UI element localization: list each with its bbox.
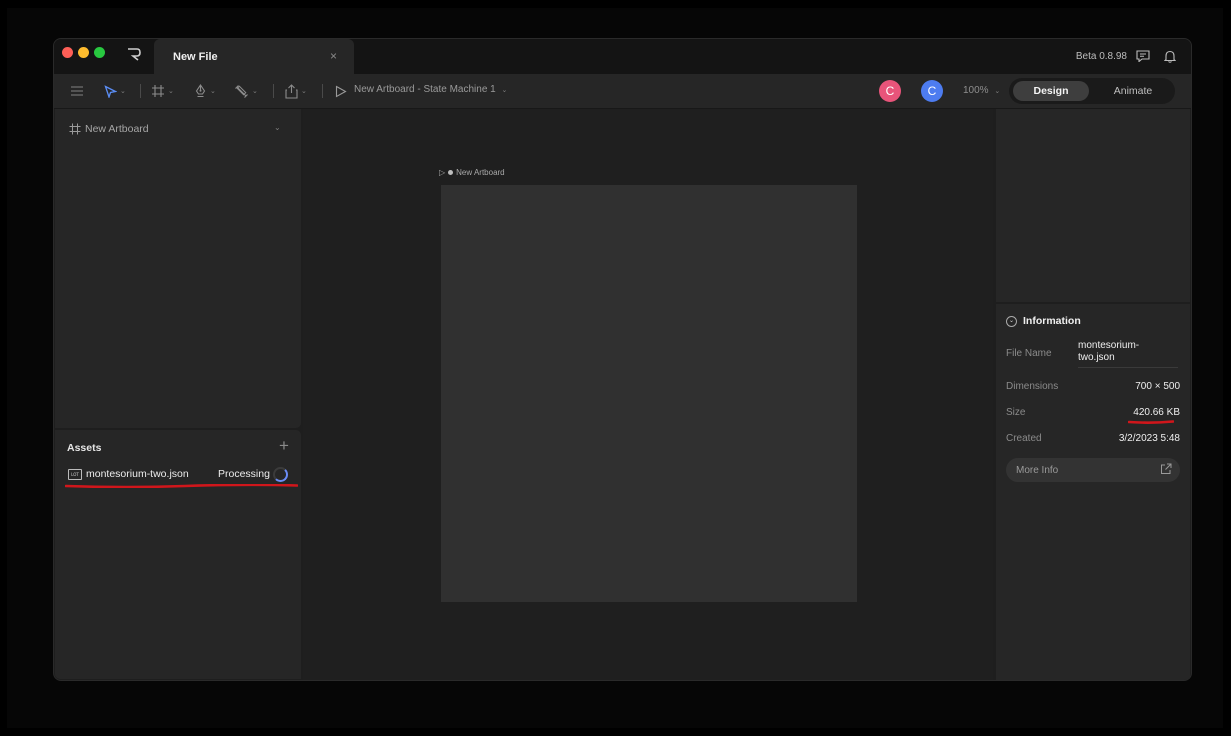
collapse-toggle-icon[interactable]: ⌄ [1006, 315, 1017, 327]
chevron-down-icon: ⌄ [994, 88, 1001, 95]
hierarchy-panel: New Artboard ⌄ [55, 109, 301, 428]
play-icon[interactable]: ▷ [439, 168, 445, 177]
annotation-underline [1128, 420, 1174, 424]
information-header[interactable]: ⌄ Information [1006, 315, 1081, 327]
annotation-underline [65, 484, 298, 488]
design-mode-button[interactable]: Design [1013, 81, 1089, 101]
created-label: Created [1006, 433, 1042, 444]
toolbar-divider [140, 84, 141, 98]
information-panel: ⌄ Information File Name montesorium-two.… [996, 304, 1190, 680]
external-link-icon [1161, 463, 1172, 474]
chevron-down-icon: ⌄ [252, 88, 258, 95]
artboard-name: New Artboard [85, 123, 149, 135]
file-name-label: File Name [1006, 348, 1052, 359]
canvas-area[interactable]: ▷ New Artboard [303, 109, 993, 680]
avatar[interactable]: C [921, 80, 943, 102]
dimensions-value: 700 × 500 [1135, 381, 1180, 392]
created-row: Created 3/2/2023 5:48 [1006, 433, 1180, 447]
size-row: Size 420.66 KB [1006, 407, 1180, 421]
artboard-title[interactable]: ▷ New Artboard [439, 168, 505, 177]
artboard-list-item[interactable]: New Artboard [69, 123, 149, 135]
rive-logo-icon[interactable] [126, 46, 142, 64]
zoom-level: 100% [963, 85, 989, 96]
more-info-button[interactable]: More Info [1006, 458, 1180, 482]
title-bar: New File × Beta 0.8.98 [54, 39, 1191, 74]
avatar[interactable]: C [879, 80, 901, 102]
chevron-down-icon: ⌄ [501, 87, 508, 94]
pen-tool-button[interactable]: ⌄ [194, 83, 216, 99]
state-machine-label: New Artboard - State Machine 1 [354, 84, 496, 95]
toolbar-divider [322, 84, 323, 98]
share-icon [285, 83, 298, 99]
inspector-top-panel [996, 109, 1190, 302]
divider [1078, 367, 1178, 368]
toolbar-divider [273, 84, 274, 98]
minimize-window-button[interactable] [78, 47, 89, 58]
maximize-window-button[interactable] [94, 47, 105, 58]
chevron-down-icon: ⌄ [301, 88, 307, 95]
play-icon[interactable] [335, 83, 347, 99]
feedback-icon[interactable] [1136, 50, 1150, 62]
information-title: Information [1023, 315, 1081, 327]
chevron-down-icon: ⌄ [168, 88, 174, 95]
zoom-selector[interactable]: 100% ⌄ [963, 85, 1000, 96]
chevron-down-icon: ⌄ [210, 88, 216, 95]
size-label: Size [1006, 407, 1026, 418]
file-name-row: File Name montesorium-two.json [1006, 340, 1180, 370]
dimensions-row: Dimensions 700 × 500 [1006, 381, 1180, 395]
created-value: 3/2/2023 5:48 [1118, 433, 1180, 444]
artboard-tool-button[interactable]: ⌄ [151, 83, 174, 99]
menu-icon[interactable] [70, 83, 84, 99]
size-value: 420.66 KB [1133, 407, 1180, 418]
artboard-icon [69, 123, 81, 135]
pen-icon [195, 84, 206, 98]
toolbar: ⌄ ⌄ ⌄ ⌄ ⌄ New Artboard - State Machine 1… [54, 74, 1191, 109]
bone-tool-button[interactable]: ⌄ [234, 83, 258, 99]
close-window-button[interactable] [62, 47, 73, 58]
bell-icon[interactable] [1164, 50, 1176, 63]
tab-close-icon[interactable]: × [330, 49, 337, 63]
status-dot-icon [448, 170, 454, 175]
artboard-icon [152, 85, 164, 97]
pointer-icon [104, 84, 117, 98]
version-label: Beta 0.8.98 [1075, 51, 1127, 62]
mode-toggle: Design Animate [1009, 78, 1175, 104]
artboard-label: New Artboard [456, 168, 505, 177]
more-info-label: More Info [1016, 465, 1059, 476]
export-button[interactable]: ⌄ [285, 83, 307, 99]
tab-title: New File [173, 51, 218, 63]
dimensions-label: Dimensions [1006, 381, 1059, 392]
artboard[interactable] [441, 185, 857, 602]
select-tool-button[interactable]: ⌄ [104, 83, 126, 99]
chevron-down-icon[interactable]: ⌄ [274, 123, 281, 132]
asset-list-item[interactable]: LOT montesorium-two.json Processing [67, 467, 293, 484]
animate-mode-button[interactable]: Animate [1095, 81, 1171, 101]
assets-title: Assets [67, 442, 102, 454]
asset-name: montesorium-two.json [86, 468, 189, 480]
asset-status: Processing [218, 468, 270, 480]
bone-icon [235, 85, 248, 98]
loading-spinner-icon [273, 467, 288, 482]
app-window: New File × Beta 0.8.98 ⌄ ⌄ ⌄ ⌄ ⌄ New Art… [54, 39, 1191, 680]
assets-panel: Assets + LOT montesorium-two.json Proces… [55, 430, 301, 679]
add-asset-button[interactable]: + [279, 436, 289, 456]
file-tab[interactable]: New File × [154, 39, 354, 74]
lottie-file-icon: LOT [68, 469, 82, 480]
file-name-value: montesorium-two.json [1078, 340, 1140, 363]
chevron-down-icon: ⌄ [120, 88, 126, 95]
state-machine-selector[interactable]: New Artboard - State Machine 1 ⌄ [354, 84, 507, 95]
